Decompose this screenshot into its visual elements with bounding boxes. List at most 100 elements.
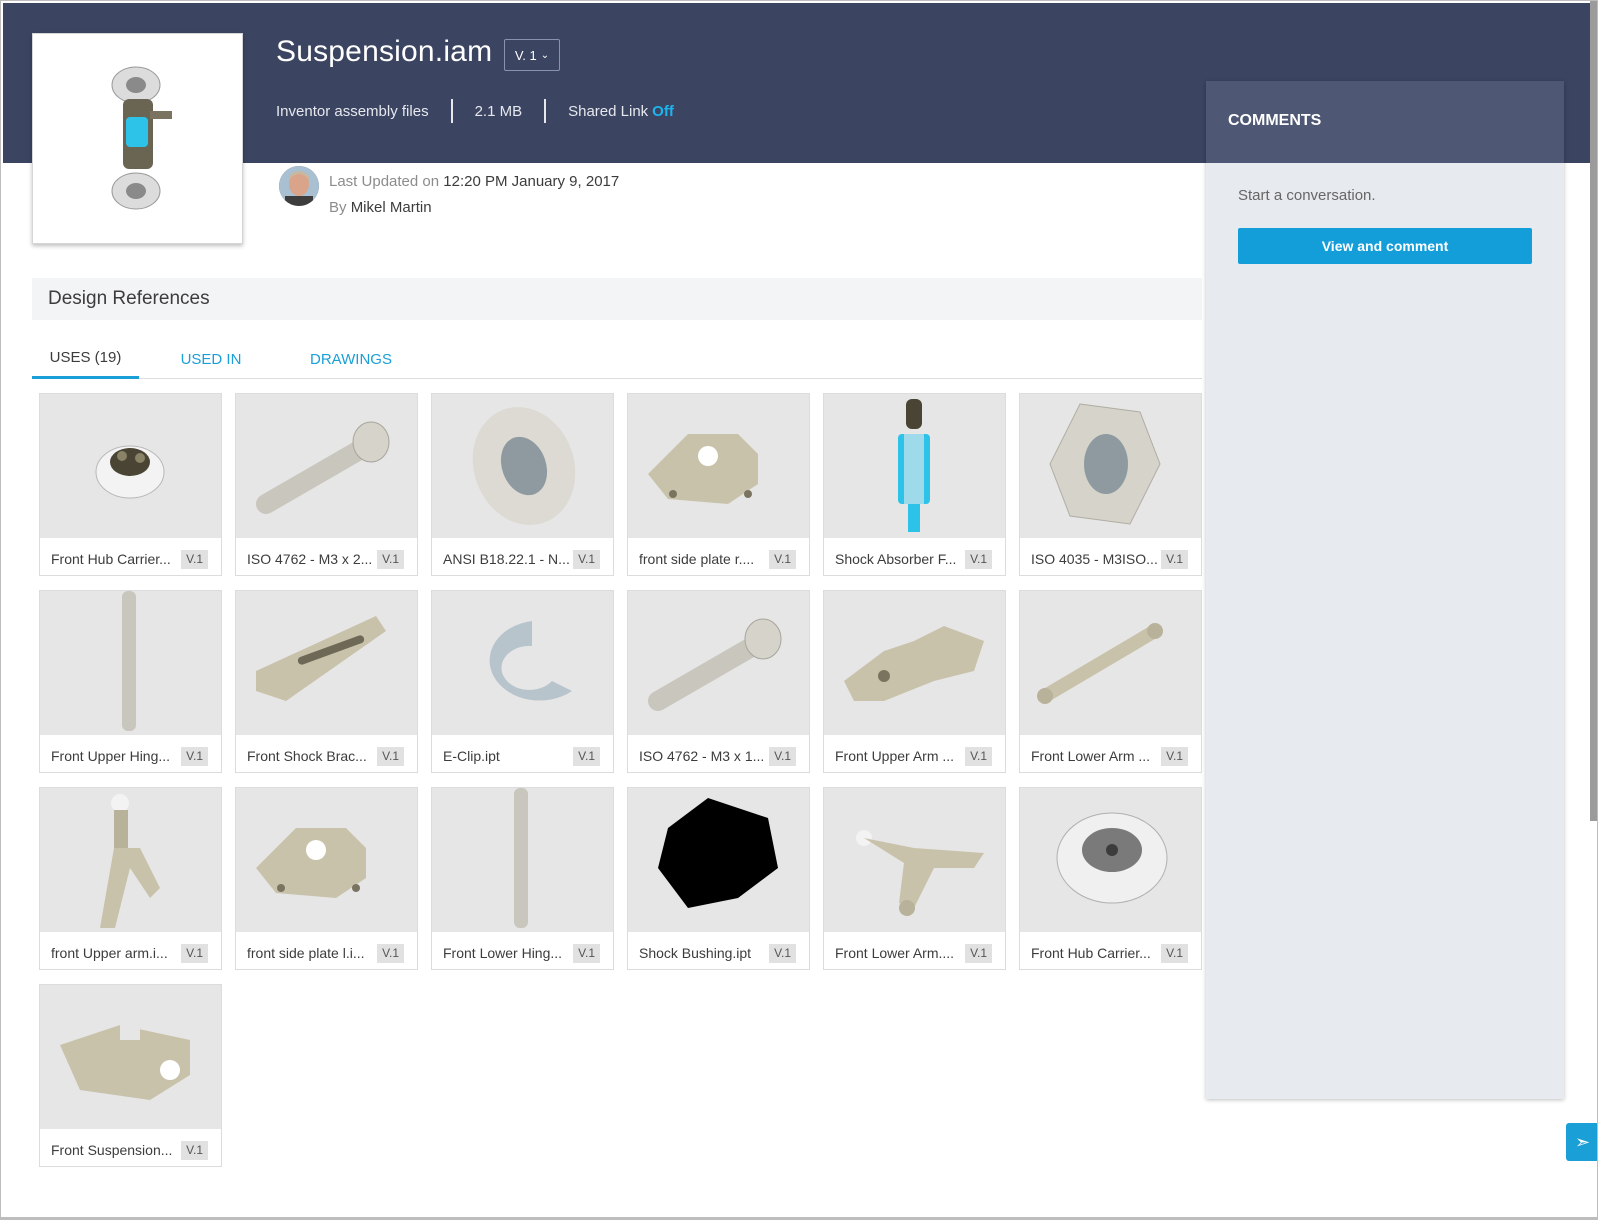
version-badge: V.1: [181, 747, 208, 766]
link-arm-icon: [1020, 591, 1201, 735]
file-size: 2.1 MB: [474, 102, 523, 120]
shared-link-label: Shared Link: [568, 102, 649, 120]
version-badge: V.1: [965, 550, 992, 569]
version-badge: V.1: [377, 944, 404, 963]
e-clip-icon: [432, 591, 613, 735]
pin-icon: [432, 788, 613, 932]
suspension-assembly-icon: [111, 66, 172, 209]
reference-card[interactable]: Front Suspension... V.1: [39, 984, 222, 1167]
divider: [544, 99, 547, 123]
version-dropdown[interactable]: V. 1 ⌄: [504, 39, 560, 71]
wheel-hub-icon: [40, 394, 221, 538]
bushing-icon: [628, 788, 809, 932]
version-badge: V.1: [769, 747, 796, 766]
last-updated-info: Last Updated on 12:20 PM January 9, 2017…: [329, 169, 619, 221]
version-badge: V.1: [377, 747, 404, 766]
version-badge: V.1: [769, 944, 796, 963]
version-label: V. 1: [514, 47, 537, 63]
feedback-button[interactable]: ➣: [1566, 1123, 1597, 1161]
assembly-thumbnail[interactable]: [32, 33, 243, 244]
reference-tabs: USES (19) USED IN DRAWINGS: [32, 339, 1202, 379]
file-title: Suspension.iam: [276, 35, 493, 68]
reference-name: Front Lower Hing...: [443, 945, 563, 961]
comments-title: COMMENTS: [1228, 112, 1322, 129]
comments-panel: COMMENTS Start a conversation. View and …: [1206, 81, 1564, 1099]
tab-uses[interactable]: USES (19): [32, 339, 139, 379]
version-badge: V.1: [965, 944, 992, 963]
reference-card[interactable]: ISO 4035 - M3ISO... V.1: [1019, 393, 1202, 576]
reference-card[interactable]: Front Shock Brac... V.1: [235, 590, 418, 773]
reference-card[interactable]: front Upper arm.i... V.1: [39, 787, 222, 970]
reference-card[interactable]: Front Upper Hing... V.1: [39, 590, 222, 773]
reference-card[interactable]: Front Lower Arm ... V.1: [1019, 590, 1202, 773]
reference-name: front side plate l.i...: [247, 945, 365, 961]
bracket-icon: [236, 591, 417, 735]
updated-timestamp: 12:20 PM January 9, 2017: [443, 173, 620, 190]
shared-link-toggle[interactable]: Off: [652, 103, 674, 120]
reference-card[interactable]: Front Hub Carrier... V.1: [39, 393, 222, 576]
view-and-comment-button[interactable]: View and comment: [1238, 228, 1532, 264]
divider: [450, 99, 453, 123]
reference-name: Front Shock Brac...: [247, 748, 367, 764]
version-badge: V.1: [377, 550, 404, 569]
file-meta: Inventor assembly files 2.1 MB Shared Li…: [276, 98, 674, 124]
reference-name: Shock Absorber F...: [835, 551, 957, 567]
scrollbar[interactable]: [1590, 1, 1597, 821]
reference-name: Front Hub Carrier...: [1031, 945, 1151, 961]
upright-icon: [40, 788, 221, 932]
reference-name: Shock Bushing.ipt: [639, 945, 752, 961]
by-label: By: [329, 199, 347, 216]
feedback-icon: ➣: [1574, 1131, 1591, 1152]
reference-card[interactable]: front side plate r.... V.1: [627, 393, 810, 576]
reference-name: front side plate r....: [639, 551, 755, 567]
file-type: Inventor assembly files: [276, 102, 429, 120]
a-arm-icon: [824, 788, 1005, 932]
reference-card[interactable]: ANSI B18.22.1 - N... V.1: [431, 393, 614, 576]
version-badge: V.1: [573, 550, 600, 569]
reference-name: ANSI B18.22.1 - N...: [443, 551, 570, 567]
reference-card[interactable]: Front Upper Arm ... V.1: [823, 590, 1006, 773]
reference-card[interactable]: Front Hub Carrier... V.1: [1019, 787, 1202, 970]
reference-name: Front Suspension...: [51, 1142, 173, 1158]
reference-card[interactable]: Shock Bushing.ipt V.1: [627, 787, 810, 970]
mount-icon: [40, 985, 221, 1129]
reference-name: E-Clip.ipt: [443, 748, 500, 764]
bolt-icon: [628, 591, 809, 735]
comments-empty-text: Start a conversation.: [1238, 187, 1376, 204]
reference-name: ISO 4762 - M3 x 1...: [639, 748, 765, 764]
version-badge: V.1: [181, 1141, 208, 1160]
reference-name: Front Hub Carrier...: [51, 551, 171, 567]
reference-name: Front Lower Arm....: [835, 945, 955, 961]
reference-card[interactable]: ISO 4762 - M3 x 1... V.1: [627, 590, 810, 773]
washer-icon: [432, 394, 613, 538]
reference-card[interactable]: Shock Absorber F... V.1: [823, 393, 1006, 576]
version-badge: V.1: [1161, 944, 1188, 963]
pin-icon: [40, 591, 221, 735]
reference-card[interactable]: ISO 4762 - M3 x 2... V.1: [235, 393, 418, 576]
wheel-icon: [1020, 788, 1201, 932]
avatar: [279, 166, 319, 206]
version-badge: V.1: [1161, 550, 1188, 569]
shock-absorber-icon: [824, 394, 1005, 538]
reference-name: Front Lower Arm ...: [1031, 748, 1151, 764]
version-badge: V.1: [1161, 747, 1188, 766]
reference-name: ISO 4035 - M3ISO...: [1031, 551, 1158, 567]
side-plate-icon: [236, 788, 417, 932]
reference-card[interactable]: E-Clip.ipt V.1: [431, 590, 614, 773]
reference-card[interactable]: Front Lower Arm.... V.1: [823, 787, 1006, 970]
reference-name: Front Upper Arm ...: [835, 748, 955, 764]
upper-arm-icon: [824, 591, 1005, 735]
reference-name: Front Upper Hing...: [51, 748, 171, 764]
hex-nut-icon: [1020, 394, 1201, 538]
updated-label: Last Updated on: [329, 173, 440, 190]
side-plate-icon: [628, 394, 809, 538]
tab-drawings[interactable]: DRAWINGS: [310, 339, 392, 379]
version-badge: V.1: [573, 747, 600, 766]
tab-used-in[interactable]: USED IN: [180, 339, 242, 379]
page: Suspension.iam V. 1 ⌄ Inventor assembly …: [0, 0, 1598, 1220]
reference-card[interactable]: Front Lower Hing... V.1: [431, 787, 614, 970]
version-badge: V.1: [181, 944, 208, 963]
bolt-icon: [236, 394, 417, 538]
reference-card[interactable]: front side plate l.i... V.1: [235, 787, 418, 970]
chevron-down-icon: ⌄: [540, 49, 550, 61]
